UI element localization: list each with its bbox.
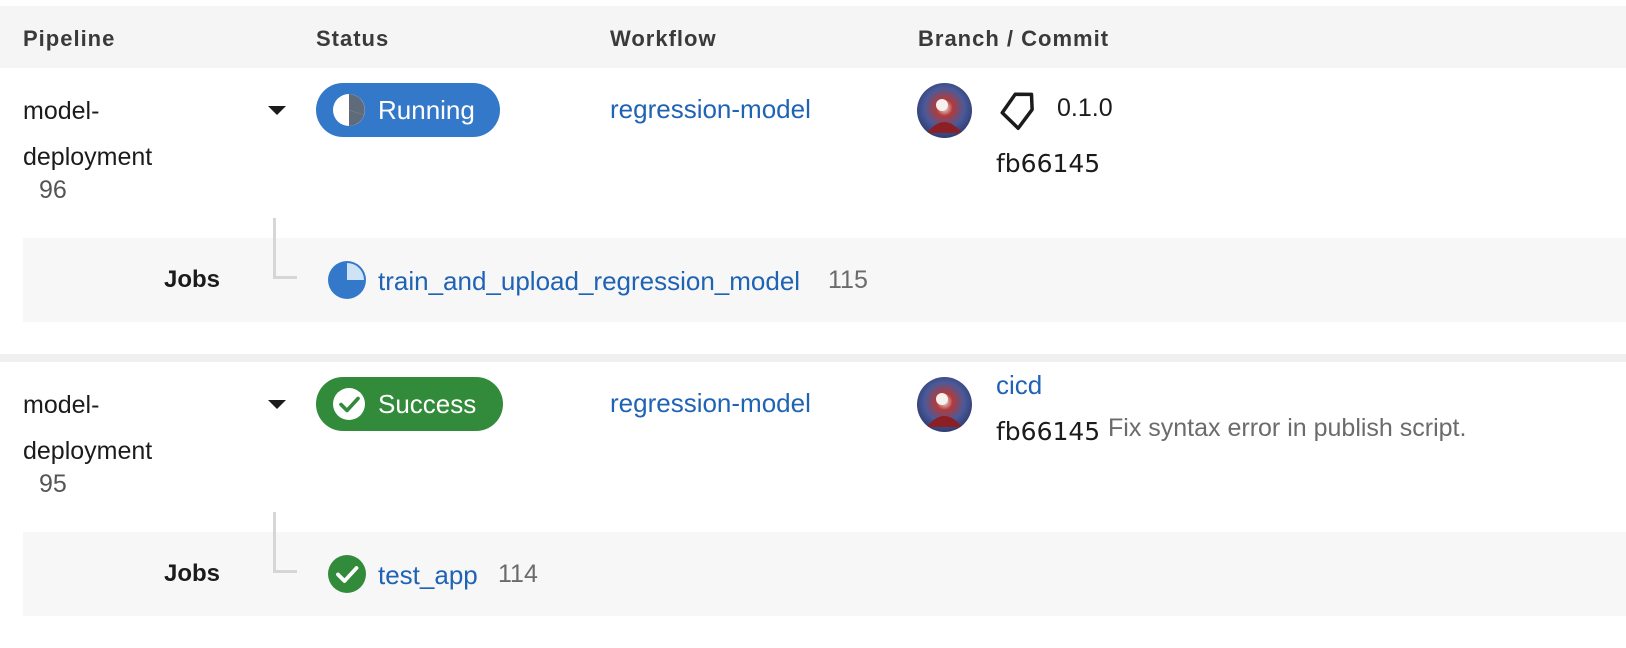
- expand-caret-icon[interactable]: [268, 106, 286, 115]
- jobs-label: Jobs: [164, 560, 221, 587]
- avatar[interactable]: [917, 83, 972, 138]
- status-label: Success: [378, 388, 477, 419]
- job-number: 115: [828, 266, 868, 294]
- tag-icon: [1000, 92, 1034, 130]
- pipeline-name[interactable]: model-deployment: [23, 88, 183, 180]
- commit-sha[interactable]: fb66145: [996, 417, 1100, 446]
- workflow-link[interactable]: regression-model: [610, 94, 811, 125]
- job-link[interactable]: train_and_upload_regression_model: [378, 266, 800, 297]
- pipeline-number: 96: [39, 176, 67, 204]
- table-header: Pipeline Status Workflow Branch / Commit: [0, 6, 1626, 68]
- running-pie-icon: [328, 261, 366, 299]
- jobs-panel: Jobs test_app 114: [23, 512, 1626, 616]
- tree-connector: [273, 512, 297, 573]
- pipeline-row: model-deployment 95 Success regression-m…: [0, 362, 1626, 648]
- header-workflow: Workflow: [610, 26, 717, 51]
- job-number: 114: [498, 560, 538, 588]
- commit-message: Fix syntax error in publish script.: [1108, 414, 1467, 442]
- status-label: Running: [378, 94, 475, 125]
- tag-label[interactable]: 0.1.0: [1057, 94, 1113, 123]
- tree-connector: [273, 218, 297, 279]
- status-badge[interactable]: Running: [316, 83, 500, 137]
- workflow-link[interactable]: regression-model: [610, 388, 811, 419]
- jobs-label: Jobs: [164, 266, 221, 293]
- pipeline-number: 95: [39, 470, 67, 498]
- row-divider: [0, 354, 1626, 362]
- running-pie-icon: [333, 94, 365, 126]
- expand-caret-icon[interactable]: [268, 400, 286, 409]
- commit-sha[interactable]: fb66145: [996, 149, 1100, 178]
- header-branch-commit: Branch / Commit: [918, 26, 1110, 51]
- avatar[interactable]: [917, 377, 972, 432]
- header-status: Status: [316, 26, 390, 51]
- check-circle-icon: [333, 388, 365, 420]
- header-pipeline: Pipeline: [23, 26, 116, 51]
- job-link[interactable]: test_app: [378, 560, 478, 591]
- check-circle-icon: [328, 555, 366, 593]
- branch-link[interactable]: cicd: [996, 370, 1042, 401]
- status-badge[interactable]: Success: [316, 377, 503, 431]
- pipeline-row: model-deployment 96 Running regression-m…: [0, 68, 1626, 354]
- pipeline-name[interactable]: model-deployment: [23, 382, 183, 474]
- jobs-panel: Jobs train_and_upload_regression_model 1…: [23, 218, 1626, 322]
